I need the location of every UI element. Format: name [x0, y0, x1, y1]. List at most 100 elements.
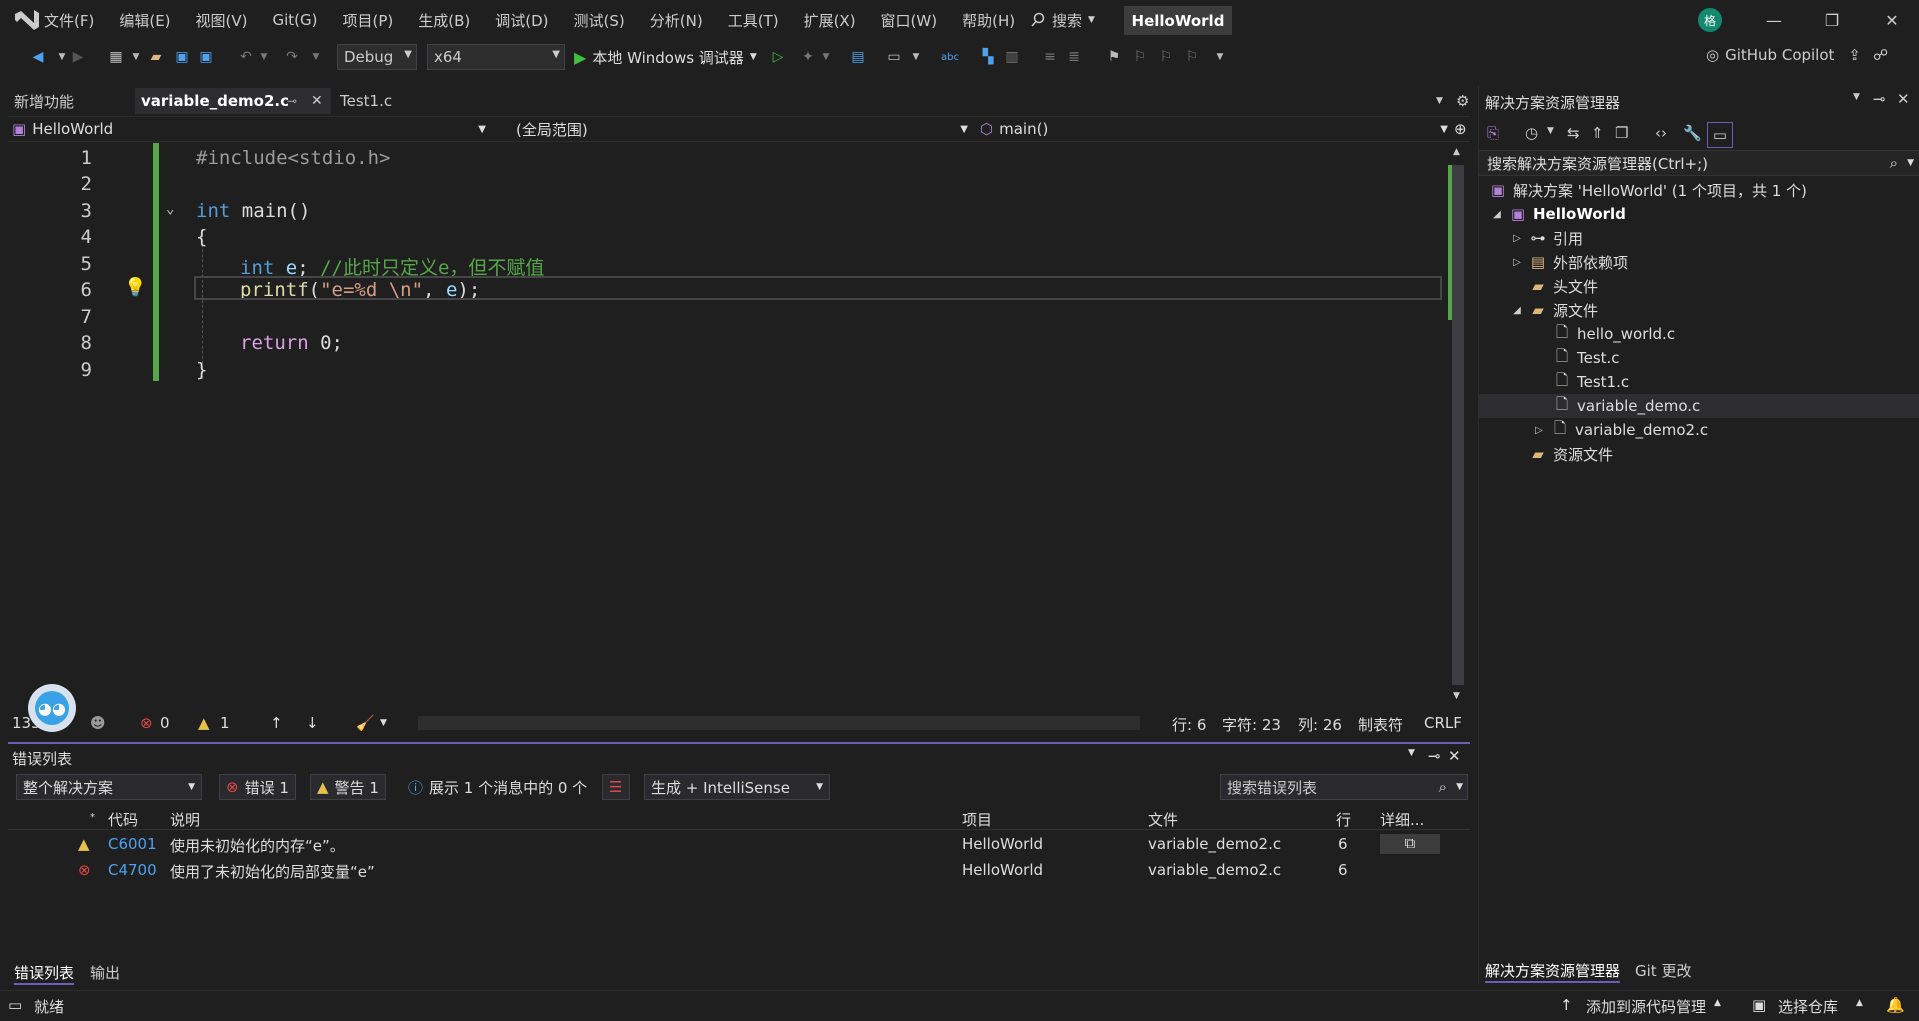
- spell-check-icon[interactable]: abc: [940, 47, 960, 67]
- column-details[interactable]: 详细...: [1380, 809, 1424, 830]
- notification-bell-icon[interactable]: 🔔: [1886, 996, 1905, 1014]
- open-folder-icon[interactable]: ▰: [146, 47, 166, 67]
- tree-header-files[interactable]: ▰ 头文件: [1511, 274, 1598, 298]
- properties-icon[interactable]: 🔧: [1683, 124, 1702, 142]
- messages-filter-button[interactable]: ⓘ 展示 1 个消息中的 0 个: [402, 774, 593, 800]
- undo-icon[interactable]: ↶: [236, 47, 256, 67]
- chevron-down-icon[interactable]: ▼: [254, 47, 274, 67]
- tree-file[interactable]: 🗋 hello_world.c: [1553, 322, 1675, 346]
- chevron-up-icon[interactable]: ▲: [1856, 998, 1863, 1008]
- collapse-chevron-icon[interactable]: ⌄: [166, 201, 174, 217]
- menu-file[interactable]: 文件(F): [44, 10, 94, 31]
- scrollbar-thumb[interactable]: [1452, 165, 1464, 685]
- tree-resource-files[interactable]: ▰ 资源文件: [1529, 442, 1613, 466]
- start-debugging-button[interactable]: ▶ 本地 Windows 调试器 ▼: [574, 44, 757, 70]
- cursor-char[interactable]: 字符: 23: [1222, 714, 1281, 735]
- expanded-arrow-icon[interactable]: ◢: [1511, 305, 1523, 316]
- format-icon[interactable]: ▥: [1002, 47, 1022, 67]
- column-sort-icon[interactable]: ⁎: [90, 809, 95, 820]
- menu-window[interactable]: 窗口(W): [881, 10, 938, 31]
- build-filter-select[interactable]: 生成 + IntelliSense ▼: [644, 774, 830, 800]
- chevron-down-icon[interactable]: ▼: [906, 47, 926, 67]
- visual-studio-logo-icon[interactable]: [12, 7, 42, 33]
- uncomment-icon[interactable]: ≣: [1064, 47, 1084, 67]
- select-repository[interactable]: 选择仓库: [1778, 996, 1838, 1017]
- chevron-down-icon[interactable]: ▼: [306, 47, 326, 67]
- platform-select[interactable]: x64 ▼: [427, 44, 565, 70]
- close-icon[interactable]: ✕: [311, 93, 323, 109]
- line-ending[interactable]: CRLF: [1424, 714, 1462, 732]
- tab-variable-demo2[interactable]: variable_demo2.c ⊸ ✕: [135, 88, 331, 114]
- history-icon[interactable]: ◷: [1525, 124, 1538, 142]
- menu-git[interactable]: Git(G): [273, 11, 318, 29]
- column-description[interactable]: 说明: [170, 809, 200, 830]
- column-line[interactable]: 行: [1336, 809, 1351, 830]
- repository-icon[interactable]: ▣: [1752, 996, 1766, 1014]
- preview-icon[interactable]: ▭: [1707, 122, 1733, 148]
- menu-extensions[interactable]: 扩展(X): [804, 10, 856, 31]
- save-icon[interactable]: ▣: [172, 47, 192, 67]
- menu-test[interactable]: 测试(S): [574, 10, 625, 31]
- menu-analyze[interactable]: 分析(N): [650, 10, 703, 31]
- pin-icon[interactable]: ⊸: [287, 94, 297, 108]
- redo-icon[interactable]: ↷: [282, 47, 302, 67]
- table-row[interactable]: ▲ C6001 使用未初始化的内存“e”。 HelloWorld variabl…: [8, 832, 1448, 856]
- github-copilot-button[interactable]: ◎ GitHub Copilot ⇪ ☍: [1706, 46, 1888, 64]
- indent-mode[interactable]: 制表符: [1358, 714, 1403, 735]
- close-window-button[interactable]: ✕: [1880, 8, 1904, 32]
- error-code-link[interactable]: C4700: [108, 861, 157, 879]
- tree-file[interactable]: ▷ 🗋 variable_demo2.c: [1533, 418, 1708, 442]
- editor-vertical-scrollbar[interactable]: ▲ ▼: [1448, 143, 1470, 707]
- menu-build[interactable]: 生成(B): [418, 10, 470, 31]
- column-project[interactable]: 项目: [962, 809, 992, 830]
- table-row[interactable]: ⊗ C4700 使用了未初始化的局部变量“e” HelloWorld varia…: [8, 858, 1448, 882]
- chevron-down-icon[interactable]: ▼: [1547, 126, 1554, 136]
- split-icon[interactable]: ⊕: [1454, 117, 1470, 141]
- collapsed-arrow-icon[interactable]: ▷: [1511, 233, 1523, 244]
- error-code-link[interactable]: C6001: [108, 835, 157, 853]
- scroll-down-icon[interactable]: ▼: [1453, 691, 1460, 701]
- search-menu[interactable]: 搜索 ▼: [1030, 8, 1095, 32]
- tree-external-deps[interactable]: ▷ ▤ 外部依赖项: [1511, 250, 1628, 274]
- navigate-forward-icon[interactable]: ▶: [68, 47, 88, 67]
- close-icon[interactable]: ✕: [1448, 747, 1461, 765]
- chevron-down-icon[interactable]: ▼: [1210, 47, 1230, 67]
- prev-bookmark-icon[interactable]: ⚐: [1130, 47, 1150, 67]
- pin-icon[interactable]: ⊸: [1873, 90, 1886, 108]
- tab-error-list[interactable]: 错误列表: [14, 962, 75, 985]
- sync-icon[interactable]: ⇆: [1567, 124, 1580, 142]
- navigate-back-icon[interactable]: ◀: [28, 47, 48, 67]
- errors-filter-button[interactable]: ⊗ 错误 1: [219, 774, 296, 800]
- code-editor[interactable]: 1 2 3 4 5 6 7 8 9 💡 ⌄ #include<stdio.h> …: [8, 143, 1448, 707]
- save-all-icon[interactable]: ▣: [196, 47, 216, 67]
- tree-references[interactable]: ▷ ⊶ 引用: [1511, 226, 1583, 250]
- configuration-select[interactable]: Debug ▼: [337, 44, 417, 70]
- chevron-up-icon[interactable]: ▲: [1714, 998, 1721, 1008]
- hot-reload-icon[interactable]: ✦: [798, 47, 818, 67]
- filter-icon[interactable]: ☰: [602, 774, 630, 800]
- code-view-icon[interactable]: ‹›: [1655, 124, 1667, 142]
- tree-file[interactable]: 🗋 Test1.c: [1553, 370, 1629, 394]
- menu-edit[interactable]: 编辑(E): [119, 10, 170, 31]
- start-without-debugging-icon[interactable]: ▷: [768, 47, 788, 67]
- switch-views-icon[interactable]: ⎘: [1487, 124, 1499, 142]
- chevron-down-icon[interactable]: ▼: [1853, 92, 1860, 102]
- select-cursor-icon[interactable]: ▚: [978, 47, 998, 67]
- chevron-down-icon[interactable]: ▼: [380, 718, 387, 728]
- gear-icon[interactable]: ⚙: [1450, 88, 1470, 114]
- tab-whats-new[interactable]: 新增功能: [8, 88, 132, 114]
- error-count[interactable]: 0: [160, 714, 170, 732]
- scroll-up-icon[interactable]: ▲: [1453, 147, 1460, 157]
- next-bookmark-icon[interactable]: ⚐: [1156, 47, 1176, 67]
- restore-button[interactable]: ❐: [1820, 8, 1844, 32]
- tree-file[interactable]: 🗋 Test.c: [1553, 346, 1620, 370]
- clear-bookmarks-icon[interactable]: ⚐: [1182, 47, 1202, 67]
- comment-icon[interactable]: ≡: [1040, 47, 1060, 67]
- menu-tools[interactable]: 工具(T): [728, 10, 779, 31]
- layout-icon[interactable]: ▭: [884, 47, 904, 67]
- column-file[interactable]: 文件: [1148, 809, 1178, 830]
- collapsed-arrow-icon[interactable]: ▷: [1533, 425, 1545, 436]
- avatar[interactable]: 格: [1698, 8, 1722, 32]
- new-project-icon[interactable]: ▦: [106, 47, 126, 67]
- warning-count[interactable]: 1: [220, 714, 230, 732]
